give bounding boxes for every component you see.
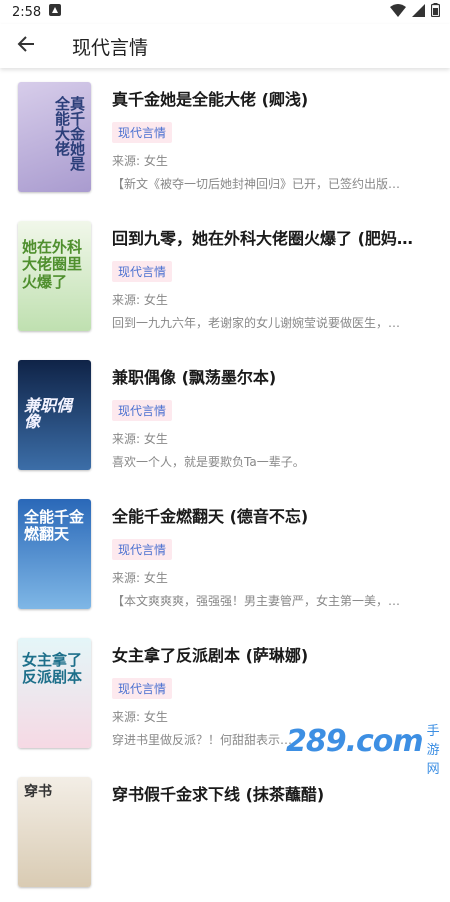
book-item[interactable]: 全能千金燃翻天 全能千金燃翻天 (德音不忘) 现代言情 来源: 女生 【本文爽爽… bbox=[0, 485, 450, 624]
book-list: 真千金她是全能大佬 真千金她是全能大佬 (卿浅) 现代言情 来源: 女生 【新文… bbox=[0, 68, 450, 902]
status-bar: 2:58 bbox=[0, 0, 450, 24]
cover-title: 真千金她是全能大佬 bbox=[53, 96, 86, 171]
book-item[interactable]: 她在外科大佬圈里火爆了 回到九零，她在外科大佬圈火爆了 (肥妈向… 现代言情 来… bbox=[0, 207, 450, 346]
signal-icon bbox=[412, 3, 425, 21]
book-cover[interactable]: 女主拿了反派剧本 bbox=[18, 638, 91, 748]
book-source: 来源: 女生 bbox=[112, 154, 168, 168]
watermark-subtitle: 手游网 bbox=[426, 723, 440, 777]
book-cover[interactable]: 兼职偶像 bbox=[18, 360, 91, 470]
book-cover[interactable]: 她在外科大佬圈里火爆了 bbox=[18, 221, 91, 331]
book-title: 真千金她是全能大佬 (卿浅) bbox=[112, 90, 309, 109]
book-title: 回到九零，她在外科大佬圈火爆了 (肥妈向… bbox=[112, 229, 428, 248]
notification-icon bbox=[49, 4, 62, 20]
book-cover[interactable]: 真千金她是全能大佬 bbox=[18, 82, 91, 192]
book-description: 回到一九九六年，老谢家的女儿谢婉莹说要做医生，… bbox=[112, 316, 401, 330]
book-title: 兼职偶像 (飘荡墨尔本) bbox=[112, 368, 277, 387]
book-title: 穿书假千金求下线 (抹茶蘸醋) bbox=[112, 785, 325, 804]
wifi-icon bbox=[390, 3, 406, 21]
book-source: 来源: 女生 bbox=[112, 293, 168, 307]
cover-title: 她在外科大佬圈里火爆了 bbox=[22, 238, 83, 291]
cover-title: 女主拿了反派剧本 bbox=[22, 651, 83, 687]
genre-tag[interactable]: 现代言情 bbox=[112, 122, 173, 143]
book-item[interactable]: 兼职偶像 兼职偶像 (飘荡墨尔本) 现代言情 来源: 女生 喜欢一个人，就是要欺… bbox=[0, 346, 450, 485]
book-description: 喜欢一个人，就是要欺负Ta一辈子。 bbox=[112, 455, 305, 469]
genre-tag[interactable]: 现代言情 bbox=[112, 261, 173, 282]
watermark-logo: 289.com bbox=[286, 723, 424, 759]
genre-tag[interactable]: 现代言情 bbox=[112, 539, 173, 560]
genre-tag[interactable]: 现代言情 bbox=[112, 400, 173, 421]
book-item[interactable]: 穿书 穿书假千金求下线 (抹茶蘸醋) bbox=[0, 763, 450, 902]
cover-title: 穿书 bbox=[24, 784, 52, 800]
book-title: 全能千金燃翻天 (德音不忘) bbox=[112, 507, 309, 526]
book-source: 来源: 女生 bbox=[112, 571, 168, 585]
book-description: 【新文《被夺一切后她封神回归》已开，已签约出版… bbox=[112, 177, 401, 191]
back-button[interactable] bbox=[0, 24, 52, 68]
book-item[interactable]: 真千金她是全能大佬 真千金她是全能大佬 (卿浅) 现代言情 来源: 女生 【新文… bbox=[0, 68, 450, 207]
cover-title: 兼职偶像 bbox=[24, 396, 73, 431]
status-time: 2:58 bbox=[12, 4, 42, 20]
book-cover[interactable]: 全能千金燃翻天 bbox=[18, 499, 91, 609]
book-source: 来源: 女生 bbox=[112, 432, 168, 446]
page-title: 现代言情 bbox=[72, 36, 149, 59]
book-description: 【本文爽爽爽，强强强！男主妻管严，女主第一美，… bbox=[112, 594, 401, 608]
site-watermark: 289.com 手游网 bbox=[286, 720, 440, 777]
genre-tag[interactable]: 现代言情 bbox=[112, 678, 173, 699]
battery-icon bbox=[430, 3, 441, 21]
arrow-back-icon bbox=[17, 35, 35, 57]
cover-title: 全能千金燃翻天 bbox=[24, 508, 85, 544]
app-bar: 现代言情 bbox=[0, 24, 450, 68]
book-title: 女主拿了反派剧本 (萨琳娜) bbox=[112, 646, 309, 665]
book-cover[interactable]: 穿书 bbox=[18, 777, 91, 887]
